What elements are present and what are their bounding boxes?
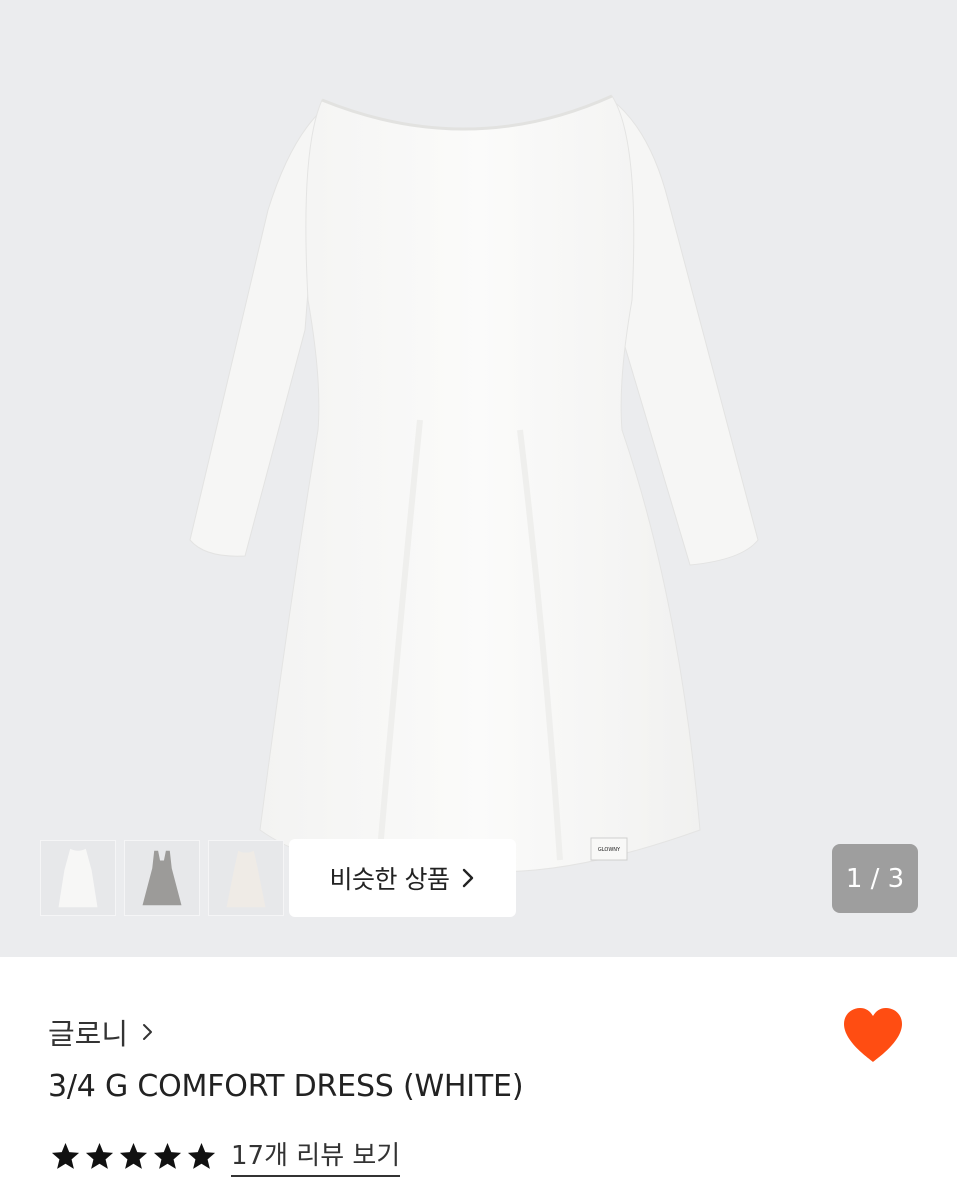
product-title: 3/4 G COMFORT DRESS (WHITE) — [48, 1069, 524, 1104]
brand-link[interactable]: 글로니 — [48, 1011, 154, 1053]
star-icon — [187, 1142, 216, 1169]
thumbnail-2[interactable] — [124, 840, 200, 916]
product-main-image[interactable]: GLOWNY — [0, 0, 957, 957]
image-counter: 1 / 3 — [832, 844, 918, 913]
label-tag-text: GLOWNY — [598, 847, 621, 853]
similar-products-button[interactable]: 비슷한 상품 — [289, 839, 516, 917]
similar-products-label: 비슷한 상품 — [329, 865, 450, 894]
thumbnail-1[interactable] — [40, 840, 116, 916]
rating-row: 17개 리뷰 보기 — [50, 1135, 401, 1177]
thumbnail-dress-icon — [58, 848, 98, 908]
product-gallery[interactable]: GLOWNY 비슷한 상품 1 / 3 — [0, 0, 957, 957]
star-icon — [119, 1142, 148, 1169]
brand-name: 글로니 — [48, 1017, 129, 1051]
star-icon — [51, 1142, 80, 1169]
heart-icon[interactable] — [842, 1006, 904, 1064]
star-icon — [85, 1142, 114, 1169]
rating-stars — [50, 1141, 217, 1172]
review-link[interactable]: 17개 리뷰 보기 — [231, 1135, 401, 1177]
thumbnail-3[interactable] — [208, 840, 284, 916]
product-info: 글로니 3/4 G COMFORT DRESS (WHITE) 17개 리뷰 보… — [0, 957, 957, 1200]
chevron-right-icon — [143, 1024, 153, 1040]
star-icon — [153, 1142, 182, 1169]
chevron-right-icon — [463, 868, 474, 888]
thumbnail-dress-icon — [226, 850, 266, 908]
thumbnail-dress-icon — [142, 850, 182, 906]
thumbnail-strip — [40, 840, 284, 916]
